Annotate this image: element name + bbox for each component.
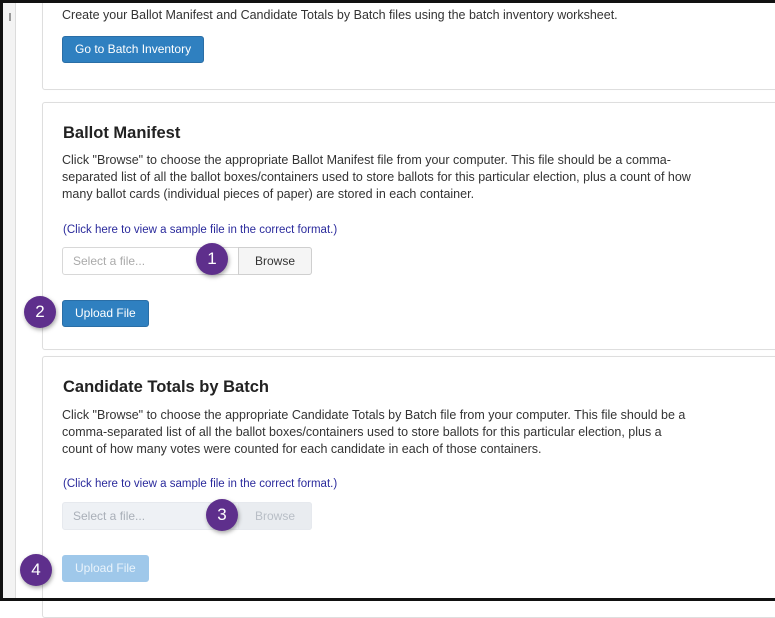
step-badge-1: 1	[196, 243, 228, 275]
candidate-totals-upload-button[interactable]: Upload File	[62, 555, 149, 582]
intro-text: Create your Ballot Manifest and Candidat…	[62, 8, 618, 22]
step-badge-2: 2	[24, 296, 56, 328]
step-badge-3: 3	[206, 499, 238, 531]
step-badge-4: 4	[20, 554, 52, 586]
ballot-manifest-upload-button[interactable]: Upload File	[62, 300, 149, 327]
candidate-totals-description-line-3: count of how many votes were counted for…	[62, 442, 542, 456]
file-input-placeholder: Select a file...	[73, 254, 146, 268]
candidate-totals-description-line-2: comma-separated list of all the ballot b…	[62, 425, 662, 439]
go-to-batch-inventory-button[interactable]: Go to Batch Inventory	[62, 36, 205, 63]
ballot-manifest-file-input[interactable]: Select a file... Browse	[62, 247, 312, 275]
ballot-manifest-description-line-2: separated list of all the ballot boxes/c…	[62, 170, 691, 184]
candidate-totals-file-input[interactable]: Select a file... Browse	[62, 502, 312, 530]
ballot-manifest-description-line-1: Click "Browse" to choose the appropriate…	[62, 153, 671, 167]
candidate-totals-browse-button[interactable]: Browse	[238, 502, 312, 530]
ballot-manifest-title: Ballot Manifest	[63, 124, 181, 142]
ballot-manifest-browse-button[interactable]: Browse	[238, 247, 312, 275]
file-input-placeholder: Select a file...	[73, 509, 146, 523]
edge-mark	[9, 13, 11, 21]
candidate-totals-description-line-1: Click "Browse" to choose the appropriate…	[62, 408, 686, 422]
ballot-manifest-description-line-3: many ballot cards (individual pieces of …	[62, 187, 475, 201]
ballot-manifest-sample-link[interactable]: (Click here to view a sample file in the…	[63, 224, 337, 236]
candidate-totals-sample-link[interactable]: (Click here to view a sample file in the…	[63, 478, 337, 490]
left-edge-strip	[3, 3, 16, 599]
candidate-totals-title: Candidate Totals by Batch	[63, 378, 269, 396]
